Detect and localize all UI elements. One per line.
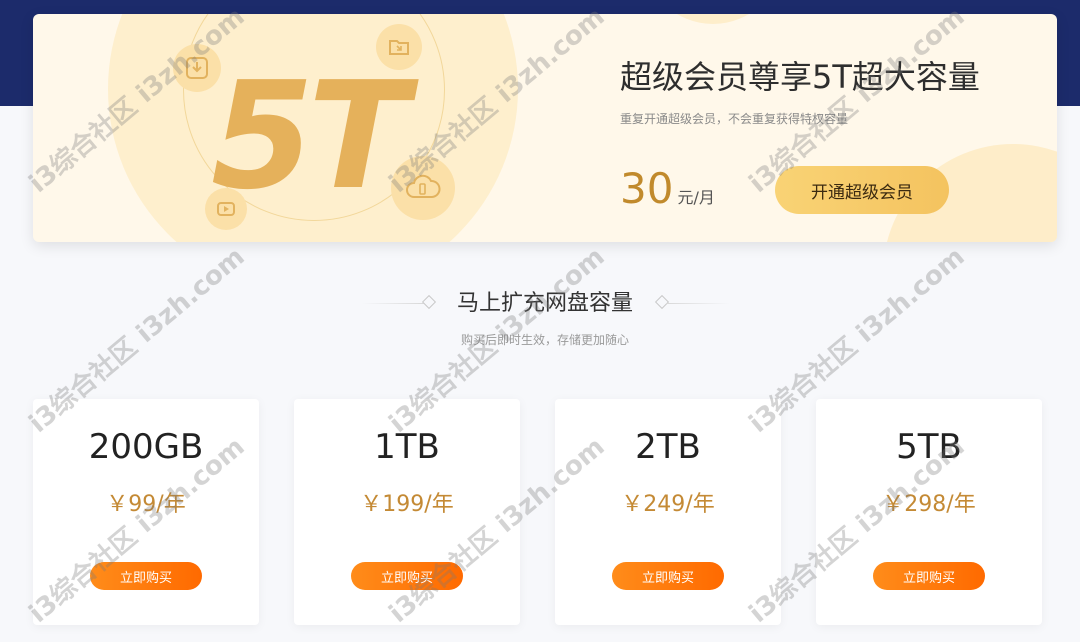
plan-size: 200GB	[88, 427, 204, 467]
plan-card: 1TB ￥199/年 立即购买	[294, 399, 520, 625]
hero-5t-graphic: 5T	[211, 50, 409, 222]
section-title: 马上扩充网盘容量	[456, 291, 633, 316]
plan-card: 200GB ￥99/年 立即购买	[33, 399, 259, 625]
hero-decor-circle	[643, 14, 783, 24]
open-super-vip-button[interactable]: 开通超级会员	[775, 166, 949, 214]
plan-size: 1TB	[374, 427, 440, 467]
section-subtitle: 购买后即时生效，存储更加随心	[460, 333, 629, 347]
hero-price-unit: 元/月	[677, 188, 715, 207]
plan-price: ￥298/年	[882, 492, 976, 517]
section-heading: 马上扩充网盘容量	[0, 285, 1080, 317]
plan-price: ￥199/年	[360, 492, 454, 517]
plan-card: 5TB ￥298/年 立即购买	[816, 399, 1042, 625]
buy-now-button[interactable]: 立即购买	[351, 562, 463, 590]
hero-banner: 5T 超级会员尊享5T超大容量 重复开通超级会员，不会重复获得特权容量 30 元/…	[33, 14, 1057, 242]
hero-price-amount: 30	[620, 164, 674, 213]
buy-now-button[interactable]: 立即购买	[612, 562, 724, 590]
buy-now-button[interactable]: 立即购买	[90, 562, 202, 590]
hero-price: 30 元/月	[620, 164, 715, 213]
section-divider	[666, 303, 730, 304]
plan-price: ￥99/年	[106, 492, 186, 517]
plan-price: ￥249/年	[621, 492, 715, 517]
plan-size: 5TB	[896, 427, 962, 467]
buy-now-button[interactable]: 立即购买	[873, 562, 985, 590]
plan-card: 2TB ￥249/年 立即购买	[555, 399, 781, 625]
hero-subtitle: 重复开通超级会员，不会重复获得特权容量	[620, 112, 849, 126]
plan-size: 2TB	[635, 427, 701, 467]
hero-title: 超级会员尊享5T超大容量	[620, 58, 980, 96]
